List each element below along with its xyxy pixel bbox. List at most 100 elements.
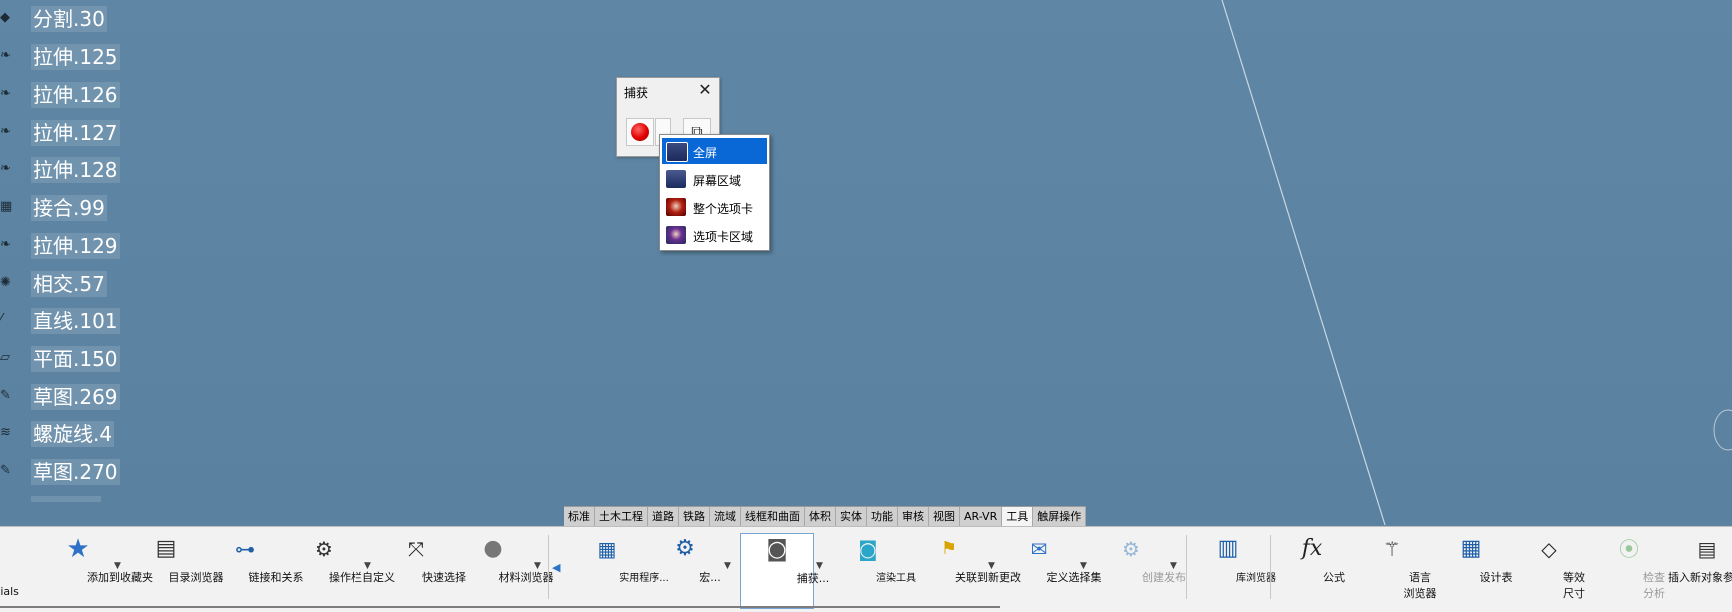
traffic-light-icon: ⦿ [1619, 537, 1639, 561]
tab-volume[interactable]: 体积 [805, 507, 836, 527]
star-icon: ★ [66, 534, 90, 564]
tab-feature[interactable]: 功能 [867, 507, 898, 527]
dimension-icon: ◇ [1541, 537, 1557, 561]
menu-item-fullscreen[interactable]: 全屏 [662, 138, 767, 164]
quick-select-button[interactable]: ⤧ 快速选择 [388, 527, 466, 609]
tab-wireframe-surface[interactable]: 线框和曲面 [741, 507, 805, 527]
scroll-left-icon[interactable]: ◀ [552, 561, 560, 574]
tab-area-icon [666, 226, 686, 244]
tree-item-label: 平面.150 [31, 346, 120, 372]
tab-touch[interactable]: 触屏操作 [1033, 507, 1087, 527]
tab-civil[interactable]: 土木工程 [595, 507, 648, 527]
tree-item-label: 接合.99 [31, 195, 107, 221]
tree-item[interactable]: ◆ 分割.30 [0, 4, 140, 34]
tree-item[interactable]: ⁄ 直线.101 [0, 306, 140, 336]
screen-icon [666, 142, 688, 162]
create-publication-button[interactable]: ⚙ 创建发布 [1098, 527, 1186, 609]
tab-watershed[interactable]: 流域 [710, 507, 741, 527]
check-analysis-button[interactable]: ⦿ 检查 分析 [1604, 527, 1665, 609]
catalog-browser-button[interactable]: ▤ 目录浏览器 [136, 527, 224, 609]
tab-standard[interactable]: 标准 [564, 507, 595, 527]
utility-icon: ▦ [597, 537, 617, 561]
link-update-dropdown-icon[interactable]: ▼ [988, 561, 995, 571]
extrude-icon: ❧ [0, 86, 11, 101]
customize-dropdown-icon[interactable]: ▼ [364, 561, 371, 571]
menu-item-whole-tab[interactable]: 整个选项卡 [662, 194, 767, 220]
tree-item[interactable]: ❧ 拉伸.125 [0, 42, 140, 72]
plane-icon: ▱ [0, 350, 10, 365]
publish-dropdown-icon[interactable]: ▼ [1170, 561, 1177, 571]
capture-label: 捕获... [796, 572, 830, 585]
tree-item[interactable]: ❧ 拉伸.128 [0, 155, 140, 185]
publish-icon: ⚙ [1122, 537, 1140, 561]
tab-rail[interactable]: 铁路 [679, 507, 710, 527]
tree-item[interactable]: ❧ 拉伸.126 [0, 80, 140, 110]
extrude-icon: ❧ [0, 237, 11, 252]
favorites-dropdown-icon[interactable]: ▼ [114, 561, 121, 571]
tab-review[interactable]: 审核 [898, 507, 929, 527]
render-camera-icon: ◙ [858, 537, 878, 561]
tree-item-label: 相交.57 [31, 271, 107, 297]
equivalent-label-line2: 尺寸 [1563, 587, 1585, 600]
tree-item[interactable]: ▱ 平面.150 [0, 344, 140, 374]
tree-item-label: 螺旋线.4 [31, 421, 115, 447]
utility-button[interactable]: ▦ 实用程序... [570, 527, 669, 609]
link-tree-icon: ⊶ [235, 537, 255, 561]
publish-label: 创建发布 [1142, 571, 1186, 584]
tree-item-label: 分割.30 [31, 6, 107, 32]
design-table-button[interactable]: ▦ 设计表 [1446, 527, 1513, 609]
extrude-icon: ❧ [0, 161, 11, 176]
favorites-button[interactable]: ★ 添加到收藏夹 [36, 527, 153, 609]
cut-off-button[interactable]: tials [0, 527, 20, 609]
tree-item-label: 直线.101 [31, 308, 120, 334]
tree-item-label: 拉伸.126 [31, 82, 120, 108]
capture-button[interactable]: ◙ 捕获... [740, 533, 829, 609]
workbench-tab-strip: 标准 土木工程 道路 铁路 流域 线框和曲面 体积 实体 功能 审核 视图 AR… [564, 506, 1087, 527]
language-browser-button[interactable]: ⚚ 语言 浏览器 [1364, 527, 1436, 609]
material-browser-button[interactable]: ● 材料浏览器 [460, 527, 553, 609]
material-label: 材料浏览器 [498, 571, 554, 584]
tree-item[interactable]: ≋ 螺旋线.4 [0, 419, 140, 449]
design-table-label: 设计表 [1479, 571, 1513, 584]
formula-button[interactable]: fx 公式 [1290, 527, 1345, 609]
formula-label: 公式 [1323, 571, 1345, 584]
material-dropdown-icon[interactable]: ▼ [534, 561, 541, 571]
tree-item-label: 拉伸.127 [31, 120, 120, 146]
line-icon: ⁄ [0, 312, 3, 327]
join-icon: ▦ [0, 199, 13, 214]
tree-item[interactable]: ❧ 拉伸.127 [0, 118, 140, 148]
tree-item[interactable]: ✺ 相交.57 [0, 269, 140, 299]
tree-item[interactable]: ❧ 拉伸.129 [0, 231, 140, 261]
tab-ar-vr[interactable]: AR-VR [960, 507, 1003, 527]
render-tools-button[interactable]: ◙ 渲染工具 [840, 527, 916, 609]
fx-icon: fx [1301, 536, 1323, 561]
macro-button[interactable]: ⚙ 宏... [660, 527, 721, 609]
macro-dropdown-icon[interactable]: ▼ [724, 561, 731, 571]
tree-item[interactable]: ✎ 草图.270 [0, 457, 140, 487]
tree-item[interactable]: ✎ 草图.269 [0, 382, 140, 412]
menu-item-screen-area[interactable]: 屏幕区域 [662, 166, 767, 192]
customize-actionbar-button[interactable]: ⚙ 操作栏自定义 [286, 527, 395, 609]
extrude-icon: ❧ [0, 48, 11, 63]
record-icon [631, 123, 649, 141]
split-icon: ◆ [0, 10, 10, 25]
tree-item[interactable]: ▦ 接合.99 [0, 193, 140, 223]
close-icon[interactable]: ✕ [697, 82, 713, 98]
tab-tools[interactable]: 工具 [1002, 507, 1034, 527]
tab-view[interactable]: 视图 [929, 507, 960, 527]
tab-solid[interactable]: 实体 [836, 507, 867, 527]
link-update-button[interactable]: ⚑ 关联到新更改 [910, 527, 1021, 609]
selection-set-button[interactable]: ✉ 定义选择集 [1004, 527, 1102, 609]
library-browser-button[interactable]: ▥ 库浏览器 [1200, 527, 1276, 609]
links-relations-button[interactable]: ⊶ 链接和关系 [214, 527, 304, 609]
3d-viewport[interactable] [0, 0, 1732, 525]
selection-set-dropdown-icon[interactable]: ▼ [1080, 561, 1087, 571]
insert-object-button[interactable]: ▤ 插入新对象参 [1664, 527, 1732, 609]
tab-road[interactable]: 道路 [648, 507, 679, 527]
capture-dropdown-icon[interactable]: ▼ [816, 561, 823, 571]
equivalent-dimension-button[interactable]: ◇ 等效 尺寸 [1524, 527, 1585, 609]
ribbon-scrollbar[interactable] [0, 606, 1000, 608]
record-button[interactable] [626, 118, 654, 146]
catalog-icon: ▤ [155, 536, 177, 561]
menu-item-tab-area[interactable]: 选项卡区域 [662, 222, 767, 248]
